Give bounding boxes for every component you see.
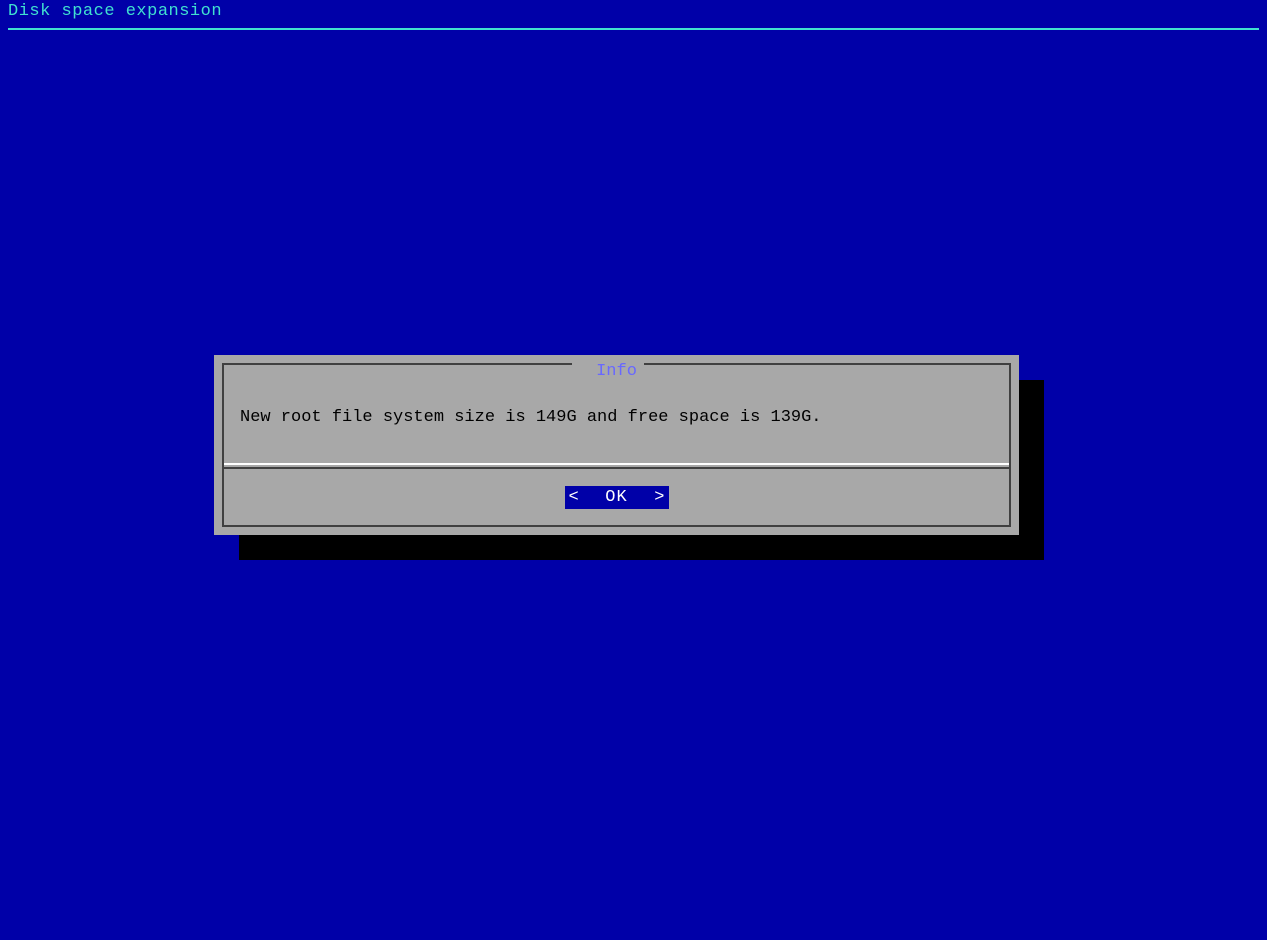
- dialog-title: Info: [592, 362, 641, 381]
- frame-border: [222, 363, 224, 527]
- frame-separator: [224, 467, 1009, 469]
- dialog-frame: Info New root file system size is 149G a…: [222, 363, 1011, 527]
- ok-button-label: OK: [605, 488, 627, 507]
- frame-border: [644, 363, 1011, 365]
- info-dialog: Info New root file system size is 149G a…: [214, 355, 1019, 535]
- ok-button[interactable]: < OK >: [565, 486, 669, 509]
- frame-separator: [224, 463, 1009, 465]
- page-title: Disk space expansion: [0, 0, 1267, 21]
- frame-border: [222, 363, 572, 365]
- bracket-right-icon: >: [654, 488, 664, 507]
- bracket-left-icon: <: [569, 488, 579, 507]
- dialog-message: New root file system size is 149G and fr…: [240, 408, 993, 427]
- frame-border: [1009, 363, 1011, 527]
- title-separator: [8, 28, 1259, 30]
- frame-border: [222, 525, 1011, 527]
